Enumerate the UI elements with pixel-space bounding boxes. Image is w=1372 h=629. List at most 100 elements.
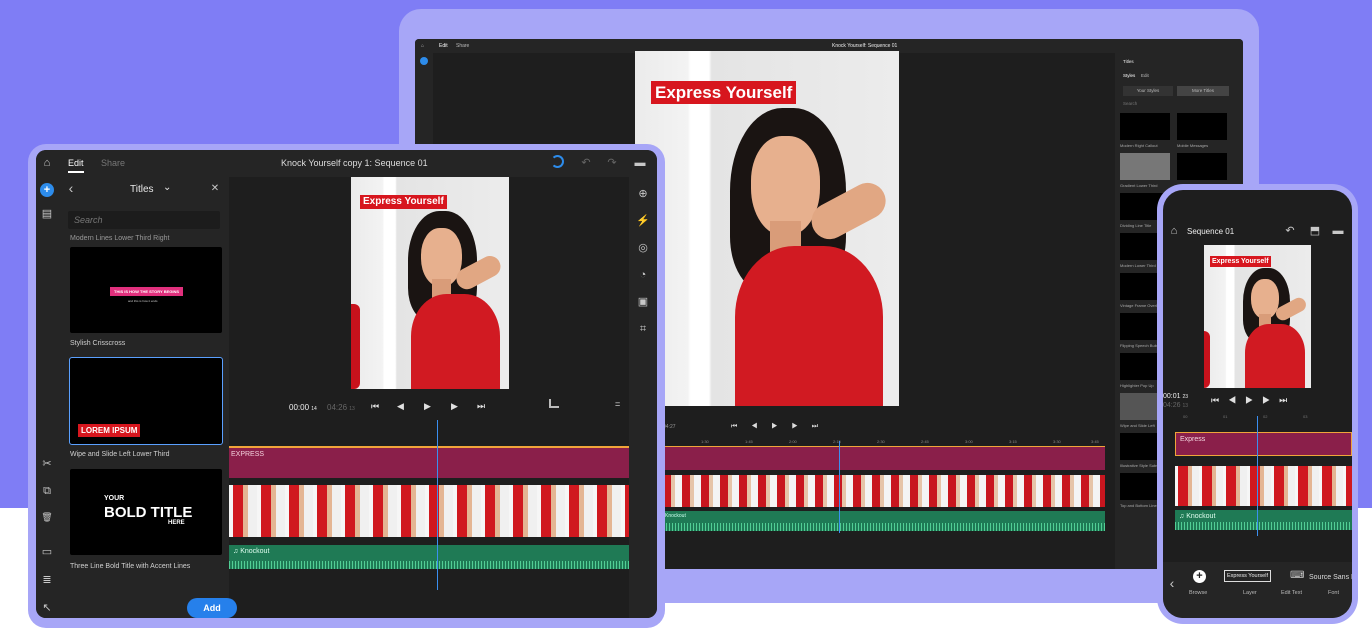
phone-audio-track[interactable]: ♫ Knockout [1175,510,1352,530]
layout-icon[interactable]: ▭ [40,545,54,559]
laptop-video-track[interactable] [663,475,1105,507]
template-preview-text: THIS IS HOW THE STORY BEGINS [110,287,184,296]
phone-timecode: 00:01 23 [1163,393,1189,400]
project-title: Knock Yourself copy 1: Sequence 01 [281,158,428,168]
template-thumb-bold-title[interactable]: YOUR BOLD TITLE HERE [70,469,222,555]
phone-video-track[interactable] [1175,466,1352,506]
phone-browse-icon[interactable]: + [1193,570,1206,583]
media-icon[interactable]: ▤ [40,207,54,221]
phone-timecode-total: 04:26 13 [1163,402,1189,409]
laptop-playback-controls[interactable]: ⏮ ◀ ▶ ▶ ⏭ [731,423,824,431]
laptop-template-label: Gradient Lower Third [1120,183,1158,188]
select-tool-icon[interactable]: ↖ [40,601,54,615]
phone-keyboard-icon[interactable]: ⌨ [1290,570,1304,581]
laptop-more-titles-button[interactable]: More Titles [1177,86,1229,96]
phone-tool-font[interactable]: Font [1328,590,1339,596]
video-track[interactable] [229,485,629,537]
timecode-current: 00:00 14 [289,403,317,412]
laptop-template-thumb[interactable] [1120,113,1170,140]
chevron-down-icon[interactable]: ⌄ [163,182,171,193]
crop-icon[interactable]: ▣ [636,295,650,309]
template-thumb-wipe-slide[interactable]: LOREM IPSUM [69,357,223,445]
laptop-audio-track[interactable]: Knockout [663,511,1105,531]
laptop-your-styles-button[interactable]: Your Styles [1123,86,1173,96]
phone-tool-layer[interactable]: Layer [1243,590,1257,596]
laptop-panel-tab-styles[interactable]: Styles [1123,73,1135,78]
laptop-video-title-overlay[interactable]: Express Yourself [651,81,797,104]
laptop-tab-edit[interactable]: Edit [439,43,448,49]
back-icon[interactable]: ‹ [64,181,78,195]
phone-home-icon[interactable]: ⌂ [1167,224,1181,238]
timecode-total: 04:26 13 [327,403,355,412]
split-icon[interactable]: ✂ [40,457,54,471]
add-button[interactable]: Add [187,598,237,618]
laptop-timeline-ruler: 1:30 1:45 2:00 2:15 2:30 2:45 3:00 3:15 … [701,439,1099,444]
laptop-template-thumb[interactable] [1177,113,1227,140]
home-icon[interactable]: ⌂ [40,156,54,170]
tablet-device: ⌂ Edit Share Knock Yourself copy 1: Sequ… [28,144,665,628]
laptop-template-thumb[interactable] [1120,153,1170,180]
phone-title-track[interactable]: Express [1175,432,1352,456]
laptop-home-icon[interactable]: ⌂ [421,43,424,49]
skip-end-icon[interactable]: ⏭ [477,401,485,412]
chat-icon[interactable]: ▬ [633,156,647,170]
loading-spinner-icon [551,155,564,168]
audio-track[interactable]: ♫ Knockout [229,545,629,569]
laptop-add-icon[interactable] [420,57,428,65]
laptop-panel-header: Titles [1123,59,1134,64]
laptop-project-title: Knock Yourself: Sequence 01 [832,43,898,49]
play-icon[interactable]: ▶ [424,401,431,412]
phone-layer-chip[interactable]: Express Yourself [1224,570,1271,582]
laptop-panel-tab-edit[interactable]: Edit [1141,73,1149,78]
laptop-tab-share[interactable]: Share [456,43,469,49]
panel-title[interactable]: Titles [130,184,154,195]
phone-undo-icon[interactable]: ↶ [1283,224,1297,238]
step-back-icon[interactable]: ◀ [397,401,404,412]
video-title-overlay[interactable]: Express Yourself [360,195,447,209]
template-label: Three Line Bold Title with Accent Lines [70,563,191,570]
skip-start-icon[interactable]: ⏮ [371,401,379,412]
phone-title-track-label: Express [1180,436,1206,443]
add-icon[interactable]: + [40,183,54,197]
speed-icon[interactable]: ⚡ [636,214,650,228]
phone-video-title-overlay[interactable]: Express Yourself [1210,256,1271,267]
phone-playhead[interactable] [1257,416,1258,536]
audio-track-label: Knockout [240,548,270,555]
list-icon[interactable]: ≣ [40,573,54,587]
phone-tool-edit-text[interactable]: Edit Text [1281,590,1302,596]
menu-icon[interactable]: = [615,399,620,409]
template-preview-line3: HERE [168,520,185,526]
phone-chat-icon[interactable]: ▬ [1331,224,1345,238]
template-label-partial: Modern Lines Lower Third Right [70,235,170,242]
template-thumb-stylish-crisscross[interactable]: THIS IS HOW THE STORY BEGINS and this is… [70,247,222,333]
phone-tool-browse[interactable]: Browse [1189,590,1207,596]
color-icon[interactable]: ◎ [636,241,650,255]
titles-tool-icon[interactable]: ⊕ [636,187,650,201]
playhead[interactable] [437,420,438,590]
search-input[interactable]: Search [68,211,220,229]
delete-icon[interactable]: 🗑 [40,510,54,524]
laptop-playhead[interactable] [839,441,840,533]
duplicate-icon[interactable]: ⧉ [40,484,54,498]
step-forward-icon[interactable]: ▶ [451,401,458,412]
close-icon[interactable]: ✕ [208,182,222,196]
laptop-search-input[interactable]: Search [1123,101,1137,106]
video-preview-area: Express Yourself 00:00 14 04:26 13 ⏮ ◀ ▶… [229,177,629,442]
fit-icon[interactable] [549,399,559,408]
laptop-template-label: Modern Right Callout [1120,143,1158,148]
laptop-title-track[interactable] [663,446,1105,470]
redo-icon[interactable]: ↷ [605,156,619,170]
phone-export-icon[interactable]: ⬒ [1308,224,1322,238]
undo-icon[interactable]: ↶ [579,156,593,170]
tab-share[interactable]: Share [101,158,125,168]
laptop-template-thumb[interactable] [1177,153,1227,180]
phone-playback-controls[interactable]: ⏮◀▶▶⏭ [1211,395,1296,406]
laptop-template-label: Vintage Frame Overlay [1120,303,1162,308]
transform-icon[interactable]: ⌗ [636,322,650,336]
phone-back-icon[interactable]: ‹ [1165,576,1179,590]
gauge-icon[interactable]: ◔ [636,268,650,282]
tab-edit[interactable]: Edit [68,158,84,173]
phone-screen: ⌂ Sequence 01 ↶ ⬒ ▬ Express Yourself 00:… [1163,190,1352,618]
phone-font-name[interactable]: Source Sans Pro [1309,574,1352,581]
title-track[interactable]: EXPRESS [229,446,629,478]
